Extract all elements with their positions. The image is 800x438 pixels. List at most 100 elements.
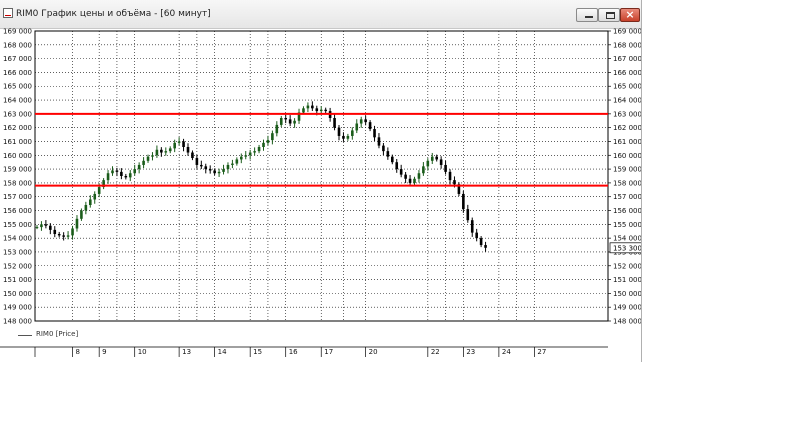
candle-body xyxy=(382,145,385,152)
x-tick-label: 13 xyxy=(182,348,191,356)
candle-body xyxy=(40,224,43,228)
candle-body xyxy=(337,127,341,136)
candle-body xyxy=(217,171,221,174)
minimize-icon xyxy=(585,16,593,18)
y-tick-label-left: 163 000 xyxy=(3,110,32,118)
candle-body xyxy=(191,152,194,159)
candle-body xyxy=(368,122,372,130)
candle-body xyxy=(306,105,310,109)
candle-body xyxy=(484,245,487,248)
candle-body xyxy=(111,170,114,174)
candle-body xyxy=(120,171,123,176)
candle-body xyxy=(390,156,394,163)
y-tick-label-right: 162 000 xyxy=(613,124,641,132)
candle-body xyxy=(168,148,172,152)
window-title-bar[interactable]: RIM0 График цены и объёма - [60 минут] × xyxy=(0,0,641,29)
candle-body xyxy=(395,162,399,170)
candle-body xyxy=(231,163,234,165)
y-tick-label-left: 149 000 xyxy=(3,304,32,312)
candle-body xyxy=(355,123,359,131)
x-tick-label: 22 xyxy=(431,348,440,356)
candle-body xyxy=(182,141,185,147)
y-tick-label-left: 151 000 xyxy=(3,276,32,284)
candle-body xyxy=(373,129,376,138)
candle-body xyxy=(302,108,305,113)
y-tick-label-right: 163 000 xyxy=(613,110,641,118)
candle-body xyxy=(75,218,79,229)
candle-body xyxy=(319,109,323,112)
y-tick-label-right: 161 000 xyxy=(613,138,641,146)
candle-body xyxy=(439,159,443,165)
legend-series-label: RIM0 [Price] xyxy=(36,330,79,338)
y-tick-label-left: 148 000 xyxy=(3,318,32,326)
y-tick-label-left: 154 000 xyxy=(3,235,32,243)
close-icon: × xyxy=(625,8,635,21)
close-button[interactable]: × xyxy=(620,8,640,22)
y-tick-label-left: 153 000 xyxy=(3,248,32,256)
x-tick-label: 9 xyxy=(102,348,106,356)
candle-body xyxy=(49,225,52,230)
y-tick-label-left: 159 000 xyxy=(3,166,32,174)
candle-body xyxy=(359,119,363,124)
candle-body xyxy=(342,135,345,139)
candle-body xyxy=(57,234,61,236)
candle-body xyxy=(146,156,150,161)
y-tick-label-left: 152 000 xyxy=(3,262,32,270)
candle-body xyxy=(137,164,141,170)
candle-body xyxy=(466,209,470,221)
y-tick-label-right: 158 000 xyxy=(613,179,641,187)
x-tick-label: 14 xyxy=(218,348,227,356)
candle-body xyxy=(164,151,168,153)
candle-body xyxy=(84,205,88,211)
candle-body xyxy=(71,228,74,236)
x-tick-label: 27 xyxy=(537,348,546,356)
y-tick-label-left: 165 000 xyxy=(3,83,32,91)
candle-body xyxy=(200,164,203,167)
x-tick-label: 17 xyxy=(324,348,333,356)
y-tick-label-right: 159 000 xyxy=(613,166,641,174)
y-tick-label-left: 157 000 xyxy=(3,193,32,201)
candle-body xyxy=(351,130,354,136)
candle-body xyxy=(470,220,474,233)
candle-body xyxy=(333,118,336,128)
y-tick-label-right: 150 000 xyxy=(613,290,641,298)
y-tick-label-left: 160 000 xyxy=(3,152,32,160)
candle-body xyxy=(311,105,314,109)
y-tick-label-right: 148 000 xyxy=(613,318,641,326)
candle-body xyxy=(253,151,256,153)
candle-body xyxy=(62,235,65,237)
x-tick-label: 23 xyxy=(466,348,475,356)
y-tick-label-right: 166 000 xyxy=(613,69,641,77)
chart-legend: RIM0 [Price] xyxy=(0,329,641,341)
window-title: RIM0 График цены и объёма - [60 минут] xyxy=(16,9,211,19)
y-tick-label-right: 155 000 xyxy=(613,221,641,229)
y-tick-label-right: 157 000 xyxy=(613,193,641,201)
x-tick-label: 15 xyxy=(253,348,262,356)
minimize-button[interactable] xyxy=(576,8,598,22)
candle-body xyxy=(279,118,283,125)
candle-body xyxy=(408,178,412,183)
candle-body xyxy=(426,160,430,167)
last-price-label: 153 300 xyxy=(613,244,641,252)
maximize-icon xyxy=(606,12,615,19)
y-tick-label-right: 169 000 xyxy=(613,28,641,36)
candle-body xyxy=(413,178,416,183)
candle-body xyxy=(115,170,119,172)
candle-body xyxy=(448,171,452,181)
y-tick-label-left: 150 000 xyxy=(3,290,32,298)
candle-body xyxy=(315,108,319,112)
maximize-button[interactable] xyxy=(598,8,620,22)
candle-body xyxy=(417,173,421,179)
candle-body xyxy=(88,199,92,205)
candle-body xyxy=(444,164,447,172)
y-tick-label-right: 164 000 xyxy=(613,97,641,105)
candle-body xyxy=(266,140,270,143)
candle-body xyxy=(239,156,243,160)
price-chart[interactable]: 148 000 148 000 149 000 149 000 150 000 150 0… xyxy=(0,28,641,362)
candle-body xyxy=(479,238,483,246)
candle-body xyxy=(93,193,97,200)
candle-body xyxy=(275,124,279,134)
candle-body xyxy=(80,210,83,219)
candle-body xyxy=(173,142,176,149)
candle-body xyxy=(97,187,101,194)
